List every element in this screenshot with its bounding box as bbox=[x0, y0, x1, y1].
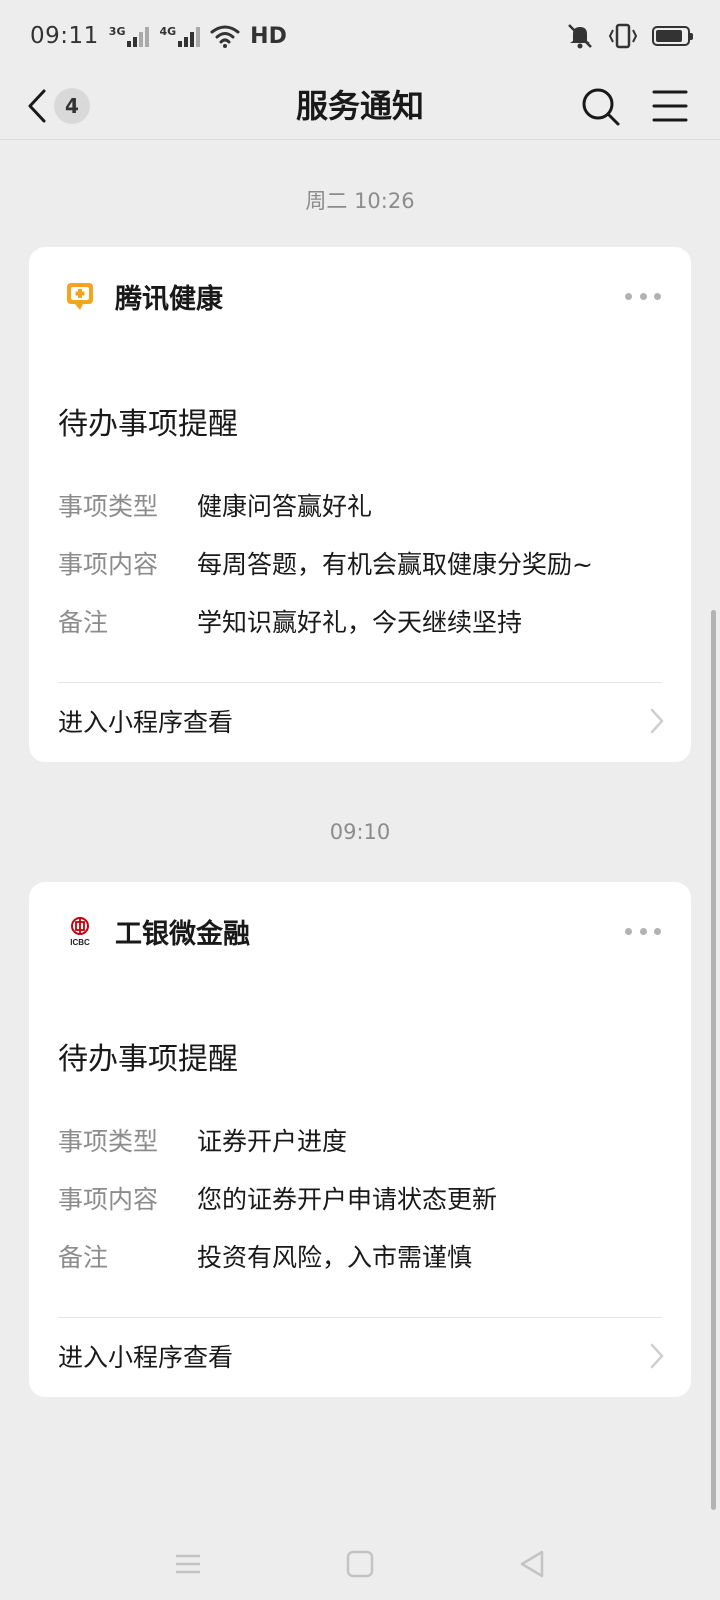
detail-row: 事项内容 每周答题，有机会赢取健康分奖励~ bbox=[58, 545, 593, 581]
row-value: 投资有风险，入市需谨慎 bbox=[197, 1243, 473, 1272]
menu-icon[interactable] bbox=[648, 84, 692, 128]
status-time: 09:11 bbox=[30, 23, 99, 49]
more-options-button[interactable] bbox=[625, 924, 661, 938]
notification-card[interactable]: ICBC 工银微金融 待办事项提醒 事项类型 证券开户进度 事项内容 您的证券开… bbox=[29, 882, 691, 1397]
back-button[interactable]: 4 bbox=[26, 78, 106, 134]
more-dot-icon bbox=[639, 927, 647, 935]
row-value: 每周答题，有机会赢取健康分奖励~ bbox=[197, 550, 593, 579]
more-dot-icon bbox=[639, 292, 647, 300]
system-nav-bar bbox=[0, 1530, 720, 1600]
battery-icon bbox=[652, 26, 693, 46]
detail-row: 事项内容 您的证券开户申请状态更新 bbox=[58, 1180, 497, 1216]
network-type-label: 3G bbox=[108, 24, 126, 38]
unread-count-badge: 4 bbox=[54, 88, 90, 124]
open-miniprogram-link[interactable]: 进入小程序查看 bbox=[58, 703, 233, 739]
hd-label: HD bbox=[250, 23, 287, 49]
row-value: 您的证券开户申请状态更新 bbox=[197, 1185, 498, 1214]
more-dot-icon bbox=[654, 927, 661, 935]
card-title: 待办事项提醒 bbox=[58, 1042, 238, 1077]
open-miniprogram-link[interactable]: 进入小程序查看 bbox=[58, 1338, 233, 1374]
row-value: 健康问答赢好礼 bbox=[197, 492, 373, 521]
row-label: 事项类型 bbox=[58, 1127, 159, 1156]
mobile-signal-2: 4G bbox=[159, 24, 201, 47]
mobile-signal-1: 3G bbox=[109, 26, 150, 47]
recents-icon[interactable] bbox=[168, 1544, 208, 1584]
row-value: 学知识赢好礼，今天继续坚持 bbox=[197, 608, 523, 637]
message-timestamp: 周二 10:26 bbox=[305, 189, 415, 213]
mute-icon bbox=[568, 24, 592, 49]
card-header: ICBC 工银微金融 bbox=[65, 914, 250, 950]
card-title: 待办事项提醒 bbox=[58, 407, 238, 442]
card-divider bbox=[58, 682, 662, 683]
network-type-label: 4G bbox=[159, 24, 177, 38]
row-label: 备注 bbox=[58, 1243, 109, 1272]
nav-bar: 4 服务通知 bbox=[0, 72, 720, 140]
chevron-right-icon bbox=[650, 1343, 664, 1369]
signal-bars-icon bbox=[127, 26, 150, 47]
row-label: 事项内容 bbox=[58, 550, 159, 579]
detail-row: 事项类型 证券开户进度 bbox=[58, 1122, 347, 1158]
signal-bars-icon bbox=[178, 26, 201, 47]
back-chevron-icon bbox=[28, 89, 46, 123]
row-label: 事项内容 bbox=[58, 1185, 159, 1214]
more-options-button[interactable] bbox=[625, 289, 661, 303]
scrollbar[interactable] bbox=[711, 610, 716, 1510]
status-bar: 09:11 3G 4G HD bbox=[0, 0, 720, 72]
status-right bbox=[566, 22, 693, 50]
chevron-right-icon bbox=[650, 708, 664, 734]
row-label: 备注 bbox=[58, 608, 109, 637]
home-icon[interactable] bbox=[340, 1544, 380, 1584]
detail-row: 备注 投资有风险，入市需谨慎 bbox=[58, 1238, 472, 1274]
back-triangle-icon[interactable] bbox=[512, 1544, 552, 1584]
vibrate-icon bbox=[608, 23, 638, 49]
card-divider bbox=[58, 1317, 662, 1318]
row-label: 事项类型 bbox=[58, 492, 159, 521]
app-name: 工银微金融 bbox=[115, 918, 250, 950]
status-left: 09:11 3G 4G HD bbox=[30, 23, 287, 49]
more-dot-icon bbox=[625, 292, 632, 300]
search-icon[interactable] bbox=[578, 84, 622, 128]
more-dot-icon bbox=[654, 292, 661, 300]
detail-row: 事项类型 健康问答赢好礼 bbox=[58, 487, 372, 523]
app-name: 腾讯健康 bbox=[115, 283, 223, 315]
notification-card[interactable]: 腾讯健康 待办事项提醒 事项类型 健康问答赢好礼 事项内容 每周答题，有机会赢取… bbox=[29, 247, 691, 762]
tencent-health-icon bbox=[67, 283, 93, 310]
icbc-logo-text: ICBC bbox=[70, 938, 90, 946]
detail-row: 备注 学知识赢好礼，今天继续坚持 bbox=[58, 603, 522, 639]
row-value: 证券开户进度 bbox=[197, 1127, 348, 1156]
more-dot-icon bbox=[625, 927, 632, 935]
wifi-icon bbox=[210, 25, 240, 48]
message-timestamp: 09:10 bbox=[329, 820, 391, 844]
icbc-icon: ICBC bbox=[70, 917, 90, 946]
card-header: 腾讯健康 bbox=[65, 279, 223, 315]
